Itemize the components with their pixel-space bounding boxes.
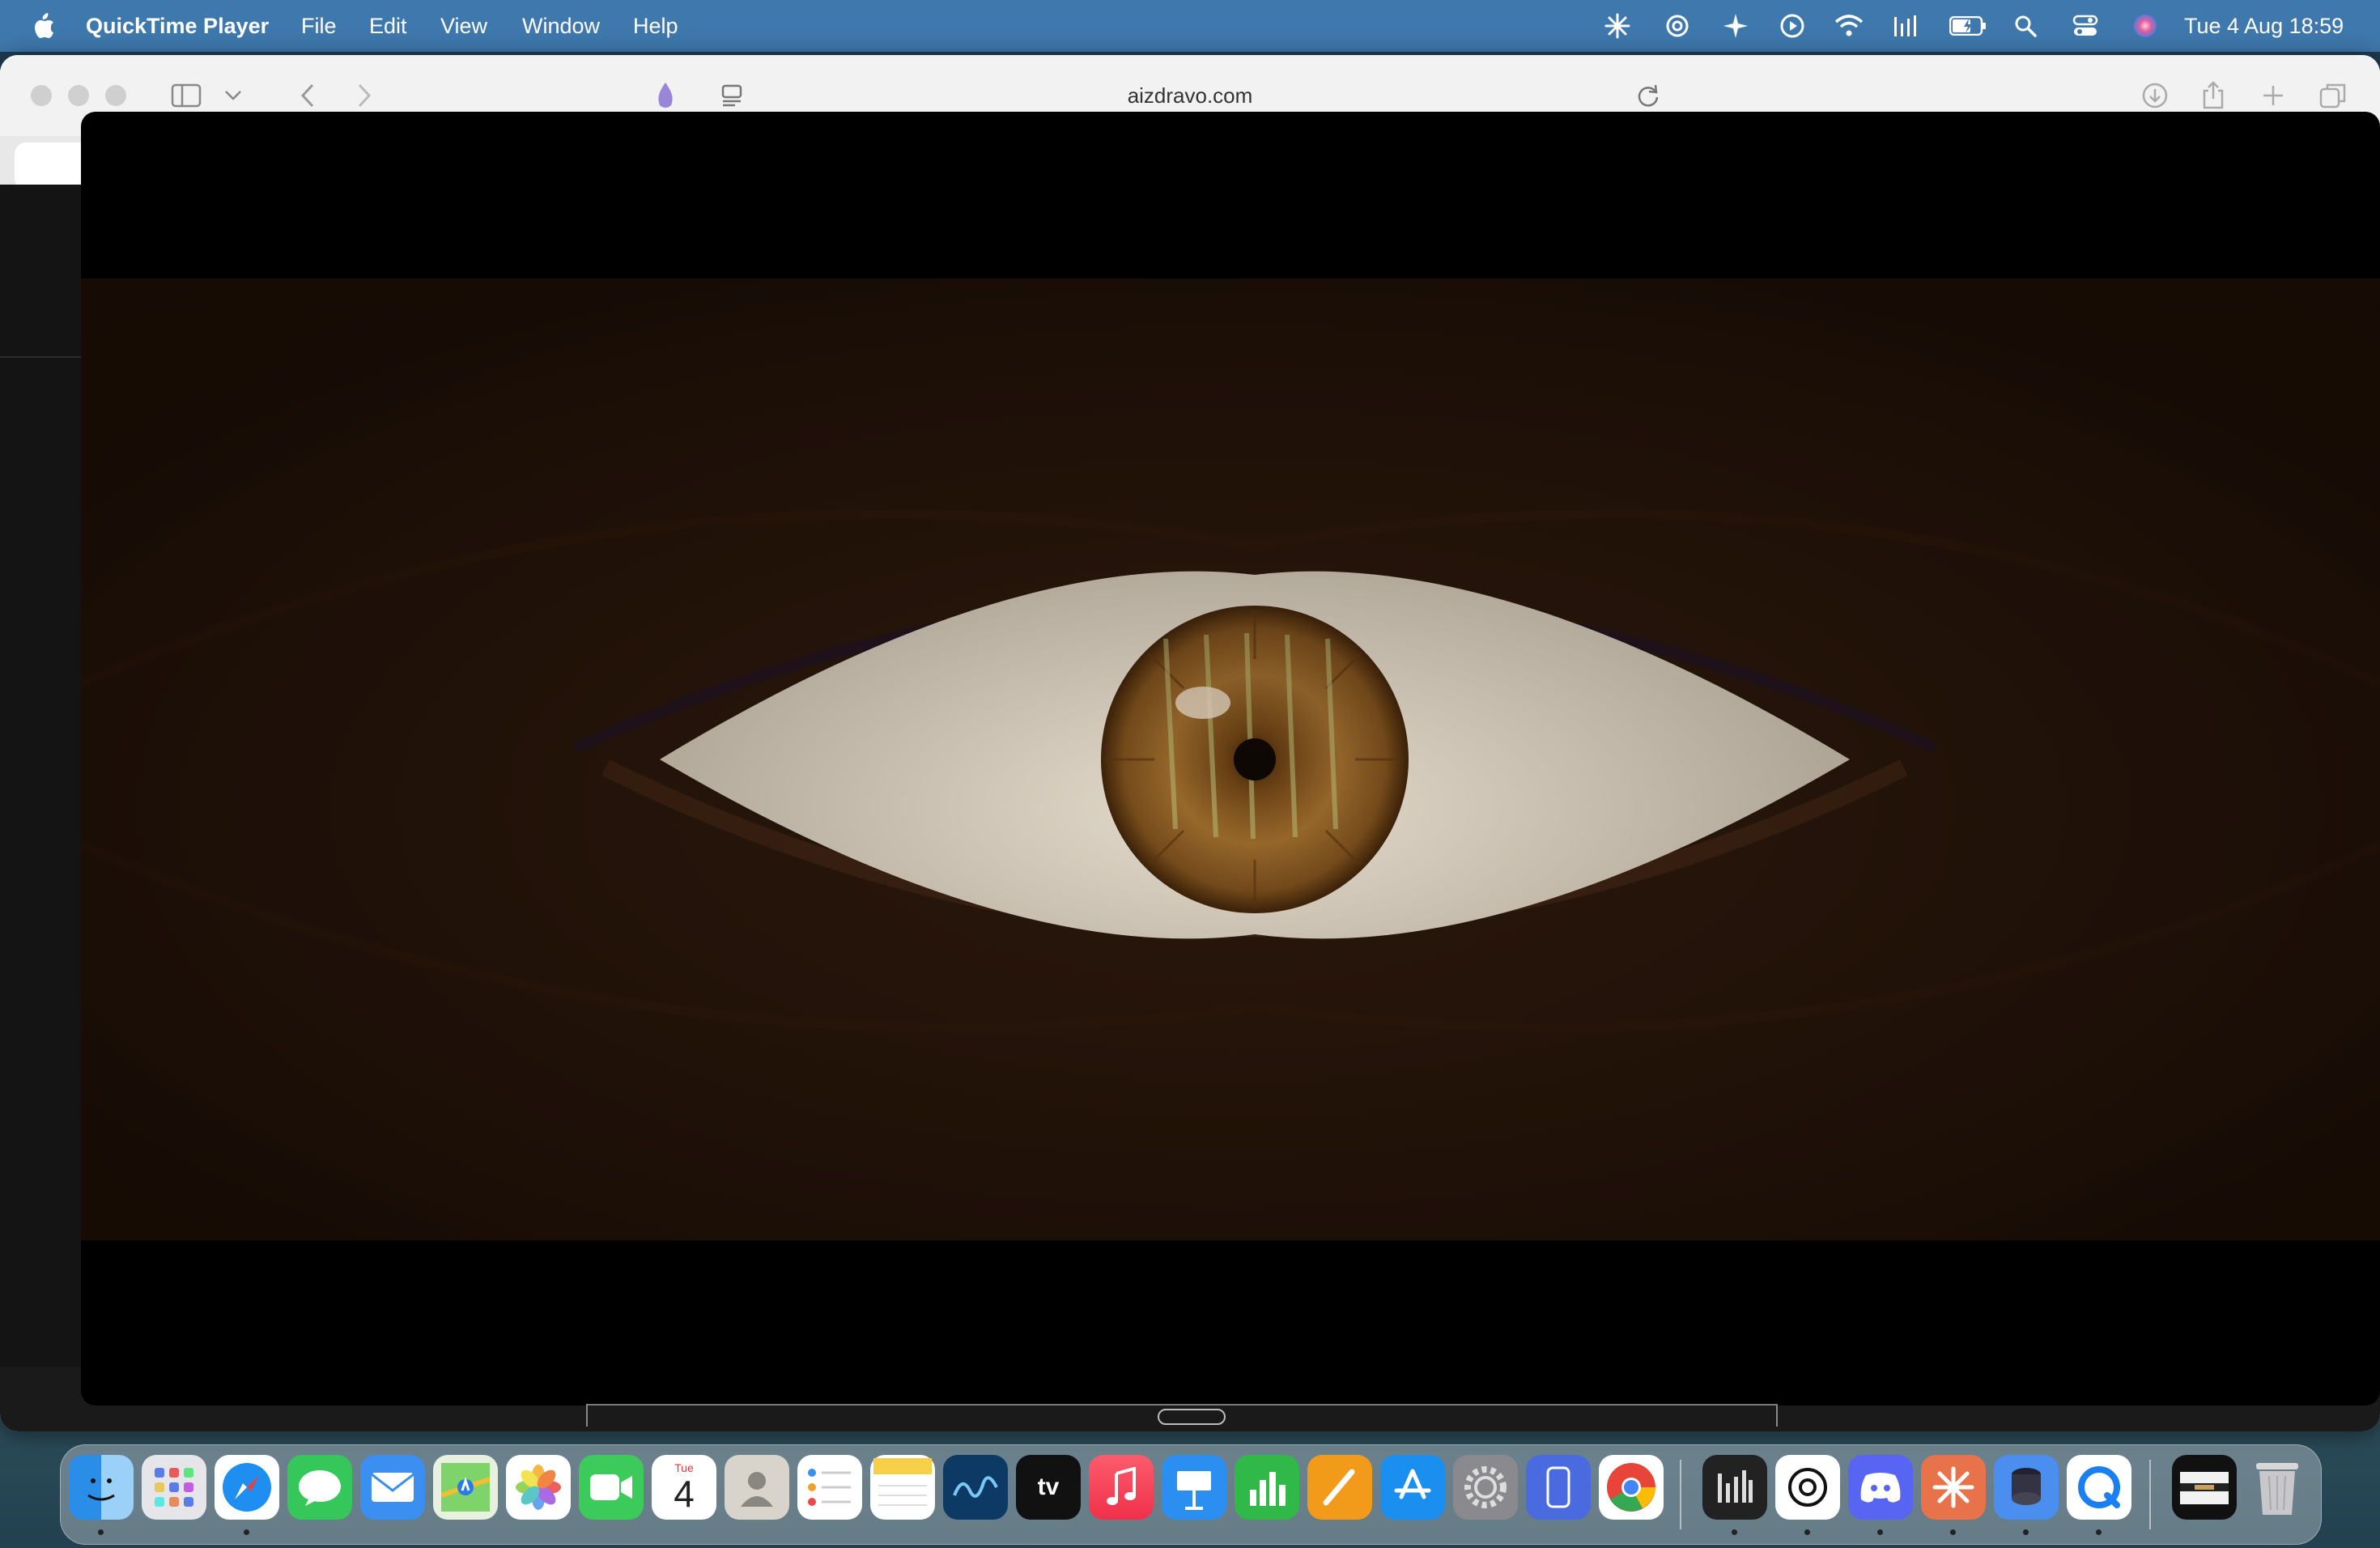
- system-settings-icon[interactable]: [1453, 1455, 1518, 1520]
- menu-file[interactable]: File: [301, 0, 337, 52]
- messages-icon[interactable]: [287, 1455, 352, 1520]
- folder-icon[interactable]: [2172, 1455, 2237, 1520]
- share-icon[interactable]: [2195, 78, 2231, 113]
- video-frame: [81, 279, 2380, 1240]
- launchpad-icon[interactable]: [142, 1455, 206, 1520]
- app-store-icon[interactable]: [1380, 1455, 1445, 1520]
- menubar-clock[interactable]: Tue 4 Aug 18:59: [2184, 0, 2344, 52]
- music-icon[interactable]: [1089, 1455, 1154, 1520]
- menu-help[interactable]: Help: [633, 0, 678, 52]
- chrome-icon[interactable]: [1599, 1455, 1664, 1520]
- divider: [0, 356, 81, 358]
- minimize-button[interactable]: [68, 85, 89, 106]
- zoom-button[interactable]: [105, 85, 126, 106]
- battery-icon[interactable]: [1948, 11, 1988, 40]
- search-icon[interactable]: [2011, 11, 2040, 40]
- back-button[interactable]: [290, 78, 325, 113]
- address-bar[interactable]: aizdravo.com: [1052, 79, 1328, 112]
- menu-bar: QuickTime Player File Edit View Window H…: [0, 0, 2380, 52]
- running-indicator: [2096, 1529, 2102, 1535]
- apple-tv-label: tv: [1037, 1474, 1060, 1500]
- running-indicator: [244, 1529, 249, 1535]
- video-player[interactable]: [81, 112, 2380, 1406]
- contacts-icon[interactable]: [725, 1455, 789, 1520]
- finder-icon[interactable]: [69, 1455, 134, 1520]
- extension-icon[interactable]: [648, 78, 683, 113]
- page-dark-area: [0, 185, 89, 1367]
- notes-icon[interactable]: [870, 1455, 935, 1520]
- play-circle-icon[interactable]: [1778, 11, 1807, 40]
- forward-button[interactable]: [346, 78, 382, 113]
- mail-icon[interactable]: [360, 1455, 425, 1520]
- pages-icon[interactable]: [1307, 1455, 1372, 1520]
- sidebar-toggle-icon[interactable]: [168, 78, 204, 113]
- audio-bars-icon[interactable]: [1891, 11, 1920, 40]
- calendar-day-label: 4: [674, 1473, 695, 1515]
- app-menu-quicktime[interactable]: QuickTime Player: [86, 0, 269, 52]
- safari-icon[interactable]: [215, 1455, 279, 1520]
- discord-icon[interactable]: [1848, 1455, 1913, 1520]
- wifi-icon[interactable]: [1834, 11, 1864, 40]
- trash-icon[interactable]: [2245, 1455, 2310, 1520]
- close-button[interactable]: [31, 85, 52, 106]
- timeline-scrubber[interactable]: [588, 1404, 1778, 1406]
- apple-tv-icon[interactable]: tv: [1016, 1455, 1081, 1520]
- dock: Tue 4 tv: [60, 1444, 2322, 1545]
- running-indicator: [98, 1529, 104, 1535]
- sparkle-icon[interactable]: [1721, 11, 1750, 40]
- running-indicator: [1732, 1529, 1737, 1535]
- storage-app-icon[interactable]: [1994, 1455, 2059, 1520]
- download-icon[interactable]: [2137, 78, 2173, 113]
- scrubber-start-tick: [586, 1404, 588, 1427]
- scrubber-end-tick: [1776, 1404, 1778, 1427]
- menu-window[interactable]: Window: [522, 0, 600, 52]
- control-center-icon[interactable]: [2071, 11, 2100, 40]
- menu-view[interactable]: View: [440, 0, 487, 52]
- quicktime-icon[interactable]: [2067, 1455, 2131, 1520]
- claude-icon[interactable]: [1603, 11, 1632, 40]
- openai-icon[interactable]: [1663, 11, 1692, 40]
- chatgpt-icon[interactable]: [1775, 1455, 1840, 1520]
- window-resize-handle[interactable]: [1158, 1409, 1226, 1425]
- running-indicator: [2023, 1529, 2029, 1535]
- eye-illustration: [81, 279, 2380, 1240]
- photos-icon[interactable]: [506, 1455, 571, 1520]
- chevron-down-icon[interactable]: [215, 78, 251, 113]
- facetime-icon[interactable]: [579, 1455, 644, 1520]
- running-indicator: [1950, 1529, 1956, 1535]
- running-indicator: [1804, 1529, 1810, 1535]
- reload-icon[interactable]: [1630, 78, 1666, 113]
- numbers-icon[interactable]: [1235, 1455, 1299, 1520]
- claude-app-icon[interactable]: [1921, 1455, 1986, 1520]
- keynote-icon[interactable]: [1162, 1455, 1226, 1520]
- menu-edit[interactable]: Edit: [369, 0, 407, 52]
- tab-overview-icon[interactable]: [2315, 78, 2351, 113]
- apple-icon[interactable]: [29, 11, 58, 40]
- reminders-icon[interactable]: [797, 1455, 862, 1520]
- new-tab-icon[interactable]: [2255, 78, 2291, 113]
- audio-app-icon[interactable]: [1702, 1455, 1767, 1520]
- dock-separator: [1680, 1460, 1681, 1529]
- iphone-mirroring-icon[interactable]: [1526, 1455, 1591, 1520]
- freeform-icon[interactable]: [943, 1455, 1008, 1520]
- siri-icon[interactable]: [2131, 11, 2160, 40]
- maps-icon[interactable]: [433, 1455, 498, 1520]
- reader-icon[interactable]: [714, 78, 750, 113]
- running-indicator: [1877, 1529, 1883, 1535]
- calendar-icon[interactable]: Tue 4: [652, 1455, 716, 1520]
- dock-separator: [2149, 1460, 2151, 1529]
